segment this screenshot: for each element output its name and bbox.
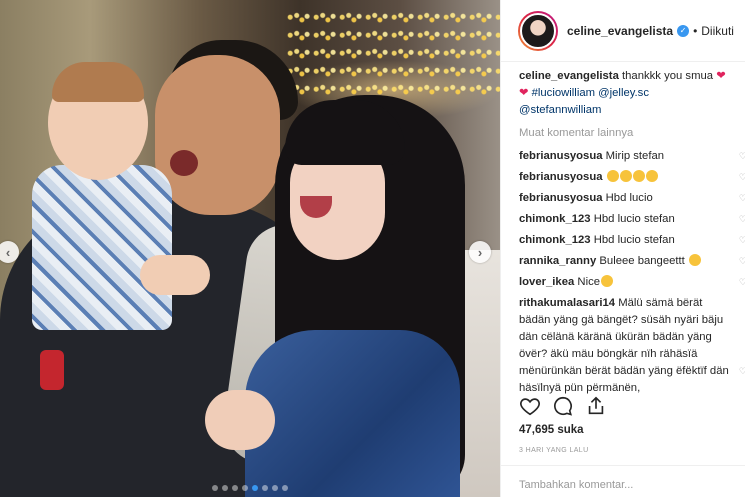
like-comment-icon[interactable]: ♡ [739,253,745,270]
caption-tag-mention[interactable]: @stefannwilliam [519,104,601,116]
likes-count[interactable]: 47,695 suka [519,424,584,436]
comment: febrianusyosua Mirip stefan ♡ [519,148,745,165]
comment-username[interactable]: chimonk_123 [519,234,591,246]
carousel-dot [232,485,238,491]
post-timestamp[interactable]: 3 HARI YANG LALU [519,447,589,454]
comment: febrianusyosua Hbd lucio ♡ [519,190,745,207]
emoji-icon [619,170,632,182]
caption: celine_evangelista thankkk you smua ❤ ❤ … [519,68,741,119]
clap-emoji-icon [601,275,614,287]
like-comment-icon[interactable]: ♡ [739,232,745,249]
follow-status-button[interactable]: Diikuti [701,24,734,38]
comment-text: Mälü sämä bërät bädän yäng gä bängët? sü… [519,297,729,394]
carousel-dot [272,485,278,491]
comment-username[interactable]: febrianusyosua [519,192,603,204]
comment-text: Hbd lucio [605,192,653,204]
photo-baby-arm [140,255,210,295]
photo-watch [40,350,64,390]
comment: chimonk_123 Hbd lucio stefan ♡ [519,211,745,228]
photo-man-head [155,55,280,215]
like-comment-icon[interactable]: ♡ [739,169,745,186]
comments-list: celine_evangelista thankkk you smua ❤ ❤ … [519,68,745,401]
carousel-dot-active [252,485,258,491]
post-actions [519,395,607,417]
comment-text: Hbd lucio stefan [593,213,675,225]
comment: febrianusyosua ♡ [519,169,745,186]
comment-text: Nice [577,276,601,288]
comment: lover_ikea Nice ♡ [519,274,745,291]
photo-baby-shirt [32,165,172,330]
caption-tag-mention[interactable]: @jelley.sc [598,87,649,99]
photo-man-mouth [170,150,198,176]
comment: rithakumalasari14 Mälü sämä bërät bädän … [519,295,745,397]
heart-icon[interactable] [519,395,541,417]
heart-emoji-icon: ❤ [519,87,529,99]
comment: rannika_ranny Buleee bangeettt ♡ [519,253,745,270]
comment-text: Mirip stefan [605,150,665,162]
like-comment-icon[interactable]: ♡ [739,211,745,228]
comment-username[interactable]: lover_ikea [519,276,574,288]
comment-username[interactable]: rannika_ranny [519,255,596,267]
emoji-icon [606,170,619,182]
photo-woman-dress [245,330,460,497]
carousel-next-button[interactable]: › [469,241,491,263]
emoji-icon [688,254,701,266]
carousel-dot [262,485,268,491]
emoji-icon [632,170,645,182]
add-comment-input[interactable]: Tambahkan komentar... [500,465,745,497]
avatar-image [520,12,556,49]
comment-text: Hbd lucio stefan [593,234,675,246]
post-photo[interactable]: ‹ › [0,0,500,497]
heart-emoji-icon: ❤ [716,70,726,82]
share-icon[interactable] [585,395,607,417]
like-comment-icon[interactable]: ♡ [739,363,745,380]
emoji-icon [645,170,658,182]
comment-username[interactable]: rithakumalasari14 [519,297,615,309]
photo-woman-hand [205,390,275,450]
carousel-dot [212,485,218,491]
comment-username[interactable]: febrianusyosua [519,171,603,183]
caption-username[interactable]: celine_evangelista [519,70,619,82]
comment-username[interactable]: chimonk_123 [519,213,591,225]
comment-icon[interactable] [552,395,574,417]
carousel-dots [0,485,500,491]
comment-username[interactable]: febrianusyosua [519,150,603,162]
like-comment-icon[interactable]: ♡ [739,190,745,207]
photo-baby-hair [52,62,144,102]
header-username[interactable]: celine_evangelista [567,24,673,38]
comment: chimonk_123 Hbd lucio stefan ♡ [519,232,745,249]
verified-badge-icon: ✓ [677,24,690,37]
photo-lights [285,10,500,100]
chevron-right-icon: › [477,244,483,260]
caption-text: thankkk you smua [622,70,714,82]
load-more-comments-link[interactable]: Muat komentar lainnya [519,125,741,142]
carousel-dot [282,485,288,491]
post-header: celine_evangelista ✓ • Diikuti [501,0,745,62]
like-comment-icon[interactable]: ♡ [739,274,745,291]
header-separator: • [693,23,698,38]
carousel-dot [222,485,228,491]
like-comment-icon[interactable]: ♡ [739,148,745,165]
comment-text: Buleee bangeettt [599,255,685,267]
caption-tag-hashtag[interactable]: #luciowilliam [532,87,595,99]
chevron-left-icon: ‹ [5,244,11,260]
avatar[interactable] [518,10,558,51]
carousel-dot [242,485,248,491]
